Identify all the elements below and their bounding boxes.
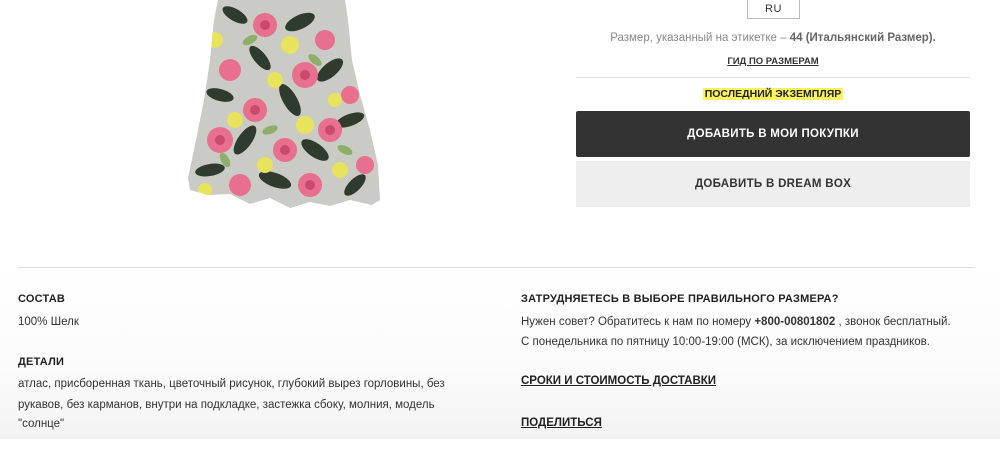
size-label-note: Размер, указанный на этикетке – 44 (Итал… — [576, 32, 970, 44]
bottom-edge — [0, 439, 1000, 455]
size-help-hours: С понедельника по пятницу 10:00-19:00 (М… — [521, 336, 930, 348]
section-divider — [18, 267, 975, 268]
details-line: рукавов, без карманов, внутри на подклад… — [18, 399, 435, 411]
size-help-suffix: , звонок бесплатный. — [835, 316, 951, 328]
last-item-notice: ПОСЛЕДНИЙ ЭКЗЕМПЛЯР — [576, 88, 970, 100]
details-line: "солнце" — [18, 418, 65, 430]
product-image[interactable] — [180, 0, 390, 215]
size-note-prefix: Размер, указанный на этикетке – — [610, 32, 790, 44]
composition-heading: СОСТАВ — [18, 293, 66, 305]
size-note-value: 44 (Итальянский Размер). — [789, 32, 936, 44]
last-item-badge: ПОСЛЕДНИЙ ЭКЗЕМПЛЯР — [702, 88, 844, 100]
size-guide-link[interactable]: ГИД ПО РАЗМЕРАМ — [727, 56, 818, 67]
size-guide: ГИД ПО РАЗМЕРАМ — [576, 56, 970, 67]
details-line: атлас, присборенная ткань, цветочный рис… — [18, 378, 445, 390]
floral-dress-image — [188, 0, 380, 208]
size-help-heading: ЗАТРУДНЯЕТЕСЬ В ВЫБОРЕ ПРАВИЛЬНОГО РАЗМЕ… — [521, 293, 839, 305]
panel-divider — [576, 77, 970, 78]
composition-value: 100% Шелк — [18, 316, 79, 328]
size-help-contact: Нужен совет? Обратитесь к нам по номеру … — [521, 312, 951, 332]
add-to-dreambox-button[interactable]: ДОБАВИТЬ В DREAM BOX — [576, 161, 970, 207]
add-to-cart-button[interactable]: ДОБАВИТЬ В МОИ ПОКУПКИ — [576, 111, 970, 157]
share-link[interactable]: ПОДЕЛИТЬСЯ — [521, 417, 602, 429]
phone-number[interactable]: +800-00801802 — [754, 316, 835, 328]
size-system-selector[interactable]: RU — [747, 0, 800, 19]
size-help-prefix: Нужен совет? Обратитесь к нам по номеру — [521, 316, 755, 328]
delivery-link[interactable]: СРОКИ И СТОИМОСТЬ ДОСТАВКИ — [521, 375, 716, 387]
details-heading: ДЕТАЛИ — [18, 356, 65, 368]
